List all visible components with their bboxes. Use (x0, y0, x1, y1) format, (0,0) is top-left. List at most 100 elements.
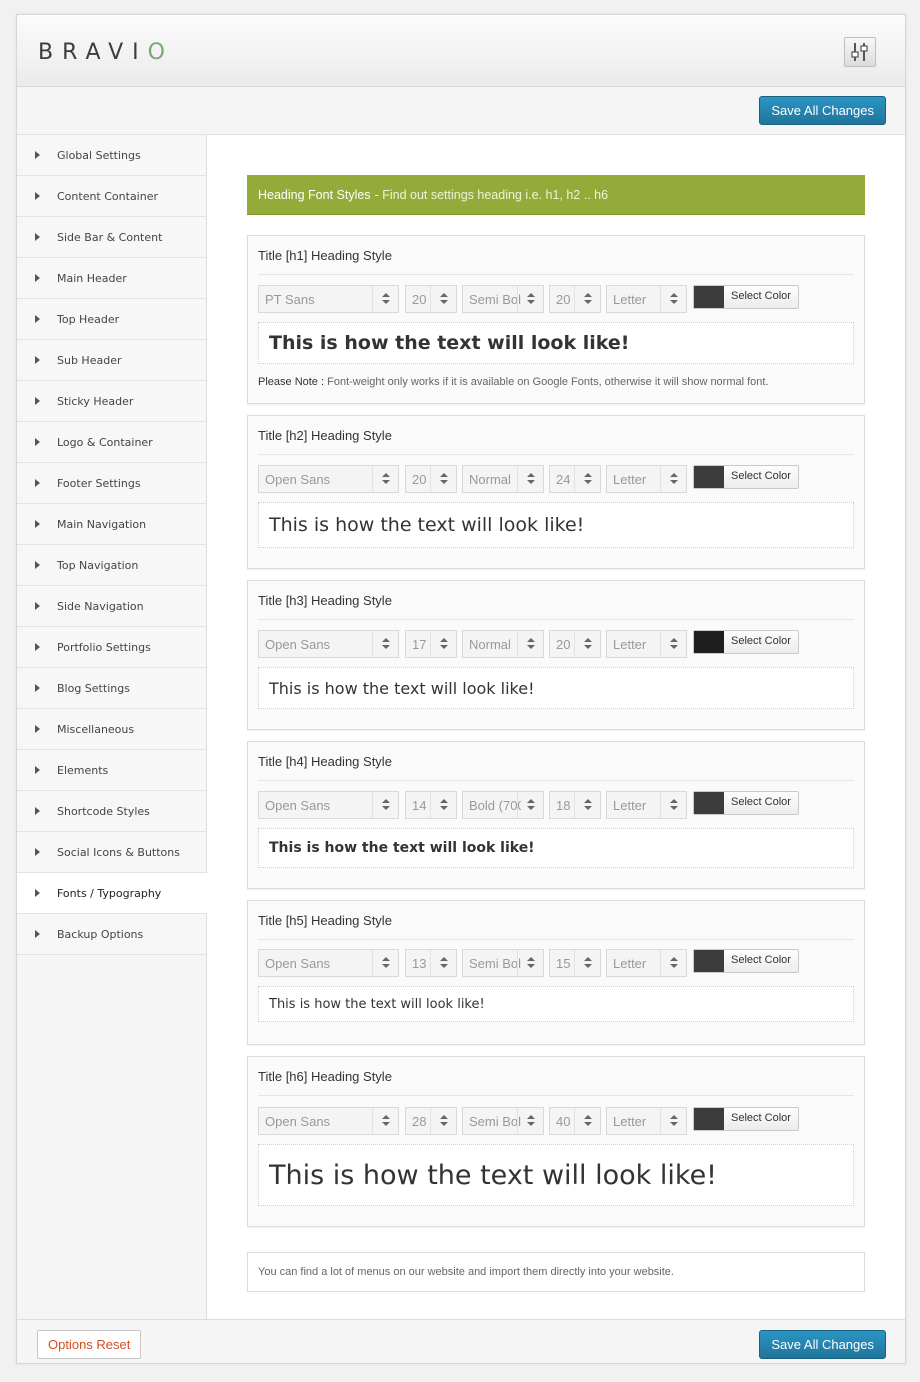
font-family-select[interactable]: Open Sans (258, 791, 399, 819)
font-family-select[interactable]: Open Sans (258, 1107, 399, 1135)
font-weight-select[interactable]: Semi Bold (462, 949, 544, 977)
font-weight-select[interactable]: Bold (700) (462, 791, 544, 819)
sidebar-item[interactable]: Sticky Header (17, 381, 206, 422)
select-color-button[interactable]: Select Color (693, 791, 799, 815)
line-height-select[interactable]: 24 (549, 465, 601, 493)
section-title: Heading Font Styles (258, 187, 371, 202)
sidebar-item[interactable]: Top Navigation (17, 545, 206, 586)
options-reset-button[interactable]: Options Reset (37, 1330, 142, 1359)
caret-right-icon (35, 643, 40, 651)
select-value: Semi Bold (469, 1114, 521, 1129)
select-color-button[interactable]: Select Color (693, 285, 799, 309)
sidebar-item[interactable]: Backup Options (17, 914, 206, 955)
select-value: Letter (613, 292, 647, 307)
font-size-select[interactable]: 28 (405, 1107, 457, 1135)
up-down-arrows-icon (372, 286, 398, 312)
sidebar-item-label: Blog Settings (57, 681, 130, 695)
letter-spacing-select[interactable]: Letter (606, 465, 687, 493)
sidebar-item[interactable]: Side Navigation (17, 586, 206, 627)
font-weight-select[interactable]: Semi Bold (462, 1107, 544, 1135)
up-down-arrows-icon (574, 792, 600, 818)
font-size-select[interactable]: 20 (405, 285, 457, 313)
select-color-button[interactable]: Select Color (693, 465, 799, 489)
sidebar-item[interactable]: Content Container (17, 176, 206, 217)
panel-title: Title [h6] Heading Style (258, 1069, 392, 1084)
letter-spacing-select[interactable]: Letter (606, 949, 687, 977)
sidebar-item[interactable]: Main Navigation (17, 504, 206, 545)
select-value: Normal (469, 472, 511, 487)
select-value: Bold (700) (469, 798, 521, 813)
letter-spacing-select[interactable]: Letter (606, 285, 687, 313)
up-down-arrows-icon (372, 631, 398, 657)
select-value: Letter (613, 637, 647, 652)
font-size-select[interactable]: 17 (405, 630, 457, 658)
sidebar-item[interactable]: Side Bar & Content (17, 217, 206, 258)
panel-divider (258, 274, 854, 275)
up-down-arrows-icon (660, 792, 686, 818)
section-description: - Find out settings heading i.e. h1, h2 … (374, 187, 609, 202)
sidebar-item[interactable]: Top Header (17, 299, 206, 340)
panel-title: Title [h5] Heading Style (258, 913, 392, 928)
sidebar-item-label: Fonts / Typography (57, 886, 162, 900)
select-value: Letter (613, 956, 647, 971)
select-color-button[interactable]: Select Color (693, 630, 799, 654)
sidebar-item[interactable]: Sub Header (17, 340, 206, 381)
up-down-arrows-icon (574, 466, 600, 492)
up-down-arrows-icon (430, 792, 456, 818)
caret-right-icon (35, 889, 40, 897)
sidebar-item-label: Sub Header (57, 353, 122, 367)
sidebar-item[interactable]: Logo & Container (17, 422, 206, 463)
sidebar-item[interactable]: Global Settings (17, 135, 206, 176)
font-family-select[interactable]: Open Sans (258, 630, 399, 658)
line-height-select[interactable]: 20 (549, 285, 601, 313)
font-size-select[interactable]: 13 (405, 949, 457, 977)
caret-right-icon (35, 438, 40, 446)
caret-right-icon (35, 602, 40, 610)
up-down-arrows-icon (430, 950, 456, 976)
sidebar-item[interactable]: Main Header (17, 258, 206, 299)
sidebar-item[interactable]: Blog Settings (17, 668, 206, 709)
font-size-select[interactable]: 20 (405, 465, 457, 493)
line-height-select[interactable]: 18 (549, 791, 601, 819)
select-value: Semi Bold (469, 956, 521, 971)
select-value: 24 (556, 472, 571, 487)
sidebar-item-label: Shortcode Styles (57, 804, 150, 818)
settings-sliders-button[interactable] (844, 37, 876, 67)
up-down-arrows-icon (517, 792, 543, 818)
line-height-select[interactable]: 20 (549, 630, 601, 658)
font-weight-select[interactable]: Normal (462, 465, 544, 493)
font-family-select[interactable]: Open Sans (258, 465, 399, 493)
caret-right-icon (35, 520, 40, 528)
heading-style-panel: Title [h6] Heading Style Open Sans 28 Semi … (247, 1056, 865, 1227)
up-down-arrows-icon (660, 286, 686, 312)
font-size-select[interactable]: 14 (405, 791, 457, 819)
heading-style-panel: Title [h3] Heading Style Open Sans 17 Norma… (247, 580, 865, 730)
info-note: You can find a lot of menus on our websi… (247, 1252, 865, 1292)
sidebar-item[interactable]: Shortcode Styles (17, 791, 206, 832)
save-all-changes-button[interactable]: Save All Changes (759, 96, 886, 125)
line-height-select[interactable]: 15 (549, 949, 601, 977)
font-family-select[interactable]: PT Sans (258, 285, 399, 313)
sidebar-item[interactable]: Footer Settings (17, 463, 206, 504)
sidebar-item[interactable]: Portfolio Settings (17, 627, 206, 668)
sidebar-item[interactable]: Fonts / Typography (17, 873, 207, 914)
font-family-select[interactable]: Open Sans (258, 949, 399, 977)
letter-spacing-select[interactable]: Letter (606, 1107, 687, 1135)
top-bar: BRAVIO (17, 15, 905, 87)
up-down-arrows-icon (430, 631, 456, 657)
letter-spacing-select[interactable]: Letter (606, 630, 687, 658)
sidebar-item[interactable]: Miscellaneous (17, 709, 206, 750)
sidebar-item[interactable]: Social Icons & Buttons (17, 832, 206, 873)
select-color-button[interactable]: Select Color (693, 949, 799, 973)
line-height-select[interactable]: 40 (549, 1107, 601, 1135)
sidebar-item[interactable]: Elements (17, 750, 206, 791)
font-weight-select[interactable]: Normal (462, 630, 544, 658)
caret-right-icon (35, 192, 40, 200)
up-down-arrows-icon (517, 631, 543, 657)
save-all-changes-bottom-button[interactable]: Save All Changes (759, 1330, 886, 1359)
font-weight-select[interactable]: Semi Bold (462, 285, 544, 313)
up-down-arrows-icon (574, 631, 600, 657)
select-color-button[interactable]: Select Color (693, 1107, 799, 1131)
letter-spacing-select[interactable]: Letter (606, 791, 687, 819)
up-down-arrows-icon (372, 466, 398, 492)
